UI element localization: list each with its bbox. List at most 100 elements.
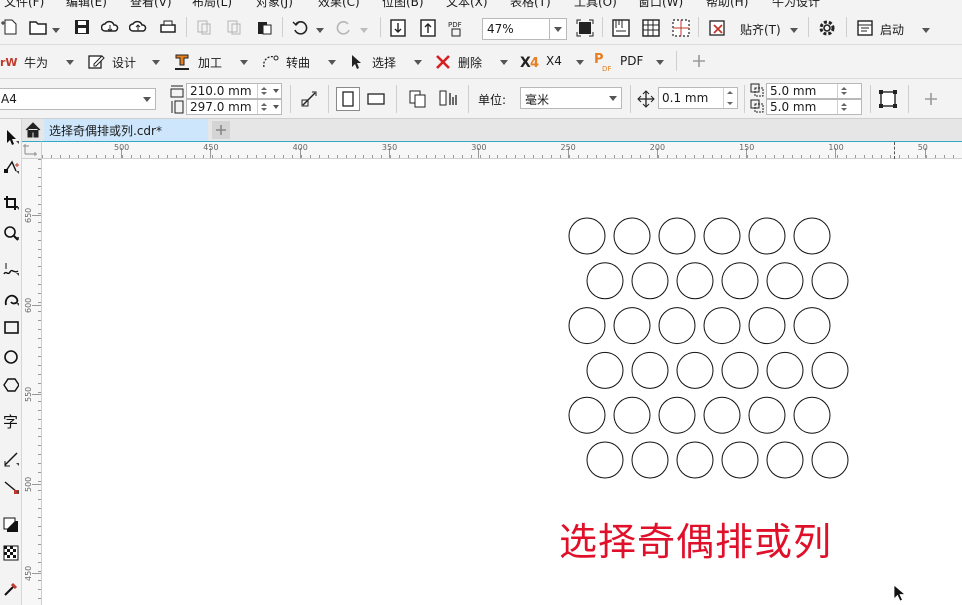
- brand-dropdown-caret-icon[interactable]: [66, 60, 74, 65]
- ellipse-tool-icon[interactable]: [1, 347, 21, 367]
- circle-object[interactable]: [766, 351, 804, 389]
- circle-object[interactable]: [676, 262, 714, 300]
- print-icon[interactable]: [158, 18, 178, 36]
- delete-label[interactable]: 删除: [458, 54, 482, 71]
- design-pencil-icon[interactable]: [86, 53, 106, 71]
- page-size-select[interactable]: A4: [0, 88, 156, 110]
- circle-object[interactable]: [568, 307, 606, 345]
- circle-object[interactable]: [721, 351, 759, 389]
- show-grid-icon[interactable]: [640, 18, 662, 38]
- chevron-down-icon[interactable]: [273, 89, 279, 93]
- pdf-label[interactable]: PDF: [620, 54, 643, 68]
- portrait-button[interactable]: [336, 87, 360, 111]
- page-border-icon[interactable]: [876, 87, 900, 111]
- page-width-field[interactable]: 210.0 mm: [186, 83, 282, 99]
- full-screen-icon[interactable]: [574, 18, 596, 38]
- delete-dropdown-caret-icon[interactable]: [500, 60, 508, 65]
- convert-dropdown-caret-icon[interactable]: [328, 60, 336, 65]
- snap-to-label[interactable]: 贴齐(T): [740, 21, 781, 38]
- circle-object[interactable]: [658, 396, 696, 434]
- circle-object[interactable]: [811, 351, 849, 389]
- duplicate-y-field[interactable]: 5.0 mm: [766, 99, 862, 115]
- snap-off-icon[interactable]: [706, 18, 728, 38]
- dimension-tool-icon[interactable]: [1, 449, 21, 469]
- x4-logo-icon[interactable]: X4: [520, 53, 542, 71]
- circle-object[interactable]: [631, 441, 669, 479]
- circle-object[interactable]: [631, 351, 669, 389]
- drawing-canvas[interactable]: 选择奇偶排或列: [42, 159, 962, 605]
- ruler-origin-corner[interactable]: [22, 141, 42, 159]
- circle-object[interactable]: [766, 441, 804, 479]
- shape-tool-icon[interactable]: [1, 157, 21, 177]
- dup-y-spinner[interactable]: [837, 100, 850, 114]
- caption-text[interactable]: 选择奇偶排或列: [559, 511, 832, 566]
- select-arrow-icon[interactable]: [348, 53, 364, 71]
- paste-icon[interactable]: [254, 18, 274, 36]
- polygon-tool-icon[interactable]: [1, 375, 21, 395]
- options-gear-icon[interactable]: [816, 18, 838, 38]
- add-propbar-plus-icon[interactable]: [922, 90, 940, 108]
- undo-icon[interactable]: [290, 18, 310, 36]
- circle-object[interactable]: [703, 217, 741, 255]
- circle-object[interactable]: [793, 217, 831, 255]
- publish-pdf-icon[interactable]: PDF: [446, 18, 468, 38]
- crop-tool-icon[interactable]: [1, 193, 21, 213]
- pdf-dropdown-caret-icon[interactable]: [656, 60, 664, 65]
- zoom-level-field[interactable]: 47%: [482, 18, 550, 40]
- circle-object[interactable]: [658, 217, 696, 255]
- circle-object[interactable]: [613, 396, 651, 434]
- circle-object[interactable]: [811, 262, 849, 300]
- circle-object[interactable]: [676, 441, 714, 479]
- add-toolbar-plus-icon[interactable]: [690, 52, 708, 70]
- cloud-upload-icon[interactable]: [128, 18, 148, 36]
- show-guidelines-icon[interactable]: [670, 18, 692, 38]
- convert-label[interactable]: 转曲: [286, 54, 310, 71]
- duplicate-x-field[interactable]: 5.0 mm: [766, 83, 862, 99]
- artistic-media-icon[interactable]: [1, 289, 21, 309]
- chevron-down-icon[interactable]: [273, 105, 279, 109]
- open-folder-icon[interactable]: [28, 18, 48, 36]
- import-icon[interactable]: [388, 18, 408, 38]
- freehand-tool-icon[interactable]: [1, 259, 21, 279]
- rectangle-tool-icon[interactable]: [1, 317, 21, 337]
- circle-object[interactable]: [631, 262, 669, 300]
- zoom-tool-icon[interactable]: [1, 223, 21, 243]
- x4-label[interactable]: X4: [546, 54, 562, 68]
- document-tab[interactable]: 选择奇偶排或列.cdr*: [44, 119, 208, 141]
- width-spinner[interactable]: [257, 84, 270, 98]
- circle-object[interactable]: [658, 307, 696, 345]
- circle-object[interactable]: [811, 441, 849, 479]
- open-dropdown-caret-icon[interactable]: [52, 28, 60, 33]
- circle-object[interactable]: [613, 307, 651, 345]
- circle-object[interactable]: [793, 307, 831, 345]
- design-dropdown-caret-icon[interactable]: [152, 60, 160, 65]
- circle-object[interactable]: [676, 351, 714, 389]
- units-select[interactable]: 毫米: [520, 87, 622, 109]
- eyedropper-icon[interactable]: [1, 579, 21, 599]
- circle-object[interactable]: [748, 307, 786, 345]
- vertical-ruler[interactable]: 650 600 550 500 450: [22, 159, 42, 605]
- cloud-download-icon[interactable]: [100, 18, 120, 36]
- circle-object[interactable]: [613, 217, 651, 255]
- delete-x-icon[interactable]: [434, 53, 452, 71]
- zoom-dropdown-button[interactable]: [549, 18, 567, 40]
- circle-object[interactable]: [703, 307, 741, 345]
- pick-tool-icon[interactable]: [1, 127, 21, 147]
- horizontal-ruler[interactable]: 500 450 400 350 300 250 200 150 100 50: [42, 141, 962, 159]
- circle-object[interactable]: [586, 441, 624, 479]
- show-rulers-icon[interactable]: [610, 18, 632, 38]
- landscape-button[interactable]: [364, 87, 388, 111]
- drop-shadow-icon[interactable]: [1, 515, 21, 535]
- circle-object[interactable]: [721, 262, 759, 300]
- undo-dropdown-caret-icon[interactable]: [316, 28, 324, 33]
- process-tool-icon[interactable]: [172, 53, 192, 71]
- export-icon[interactable]: [418, 18, 438, 38]
- pdf-logo-icon[interactable]: P DF: [594, 51, 614, 73]
- select-dropdown-caret-icon[interactable]: [414, 60, 422, 65]
- dup-x-spinner[interactable]: [837, 84, 850, 98]
- circle-object[interactable]: [586, 351, 624, 389]
- text-tool-icon[interactable]: 字: [1, 411, 21, 431]
- page-height-field[interactable]: 297.0 mm: [186, 99, 282, 115]
- nudge-spinner[interactable]: [723, 88, 736, 108]
- convert-curves-icon[interactable]: [260, 53, 280, 71]
